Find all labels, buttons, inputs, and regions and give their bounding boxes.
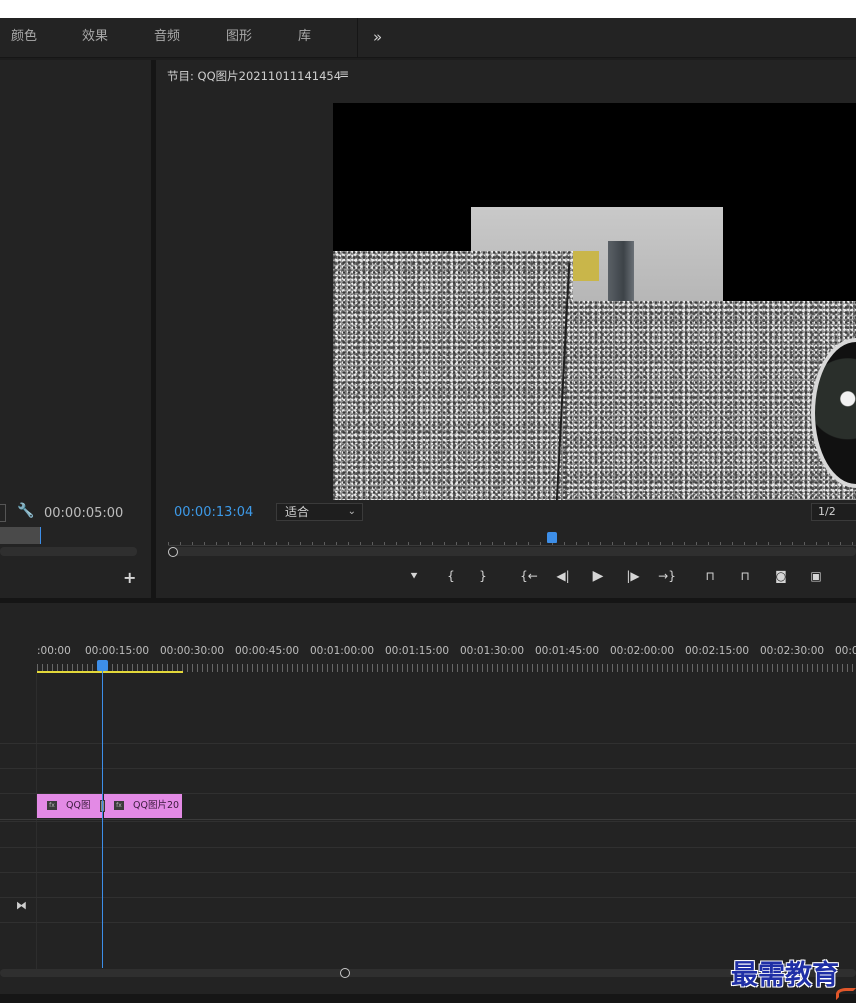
track-divider [0, 847, 856, 848]
camera-icon[interactable]: ◙ [770, 568, 792, 584]
clip-label: QQ图 [66, 800, 91, 811]
video-building [608, 241, 634, 303]
watermark-swoosh [836, 988, 856, 1000]
work-area-bar[interactable] [37, 671, 183, 673]
compare-view-icon[interactable]: ▣ [805, 568, 827, 584]
mark-in-button[interactable]: { [440, 568, 462, 584]
source-scrollbar[interactable] [0, 547, 137, 556]
timeline-zoom-handle[interactable] [340, 968, 350, 978]
add-button-icon[interactable]: + [123, 568, 136, 587]
source-panel: 🔧 00:00:05:00 + [0, 60, 151, 598]
program-monitor: 节目: QQ图片20211011141454 ≡ 00:00:13:04 适合 … [156, 60, 856, 598]
time-label: 00:00:30:00 [160, 645, 225, 657]
top-window-strip [0, 0, 856, 18]
lift-icon[interactable]: ⊓ [699, 568, 721, 584]
menu-divider [357, 18, 358, 58]
time-label: 00:00:45:00 [235, 645, 300, 657]
step-forward-button[interactable]: |▶ [622, 568, 644, 584]
workspace-tab-libraries[interactable]: 库 [298, 18, 311, 58]
source-dropdown-edge[interactable] [0, 504, 6, 522]
time-label: 00:02:30:00 [760, 645, 825, 657]
timeline-playhead-handle[interactable] [97, 660, 108, 671]
workspace-tab-effects[interactable]: 效果 [82, 18, 108, 58]
go-to-in-button[interactable]: {← [518, 568, 540, 584]
timeline-clip[interactable]: fx QQ图片20 [104, 794, 182, 818]
video-granite-left [333, 251, 573, 500]
add-marker-icon[interactable]: ⯆ [403, 568, 425, 584]
wrench-icon[interactable]: 🔧 [17, 503, 34, 519]
program-zoom-scrollbar[interactable] [168, 547, 856, 556]
time-label: 00:01:15:00 [385, 645, 450, 657]
go-to-out-button[interactable]: →} [656, 568, 678, 584]
time-label: 00:01:30:00 [460, 645, 525, 657]
time-label: 00:02:15:00 [685, 645, 750, 657]
extract-icon[interactable]: ⊓ [734, 568, 756, 584]
clip-label: QQ图片20 [133, 800, 180, 811]
fit-dropdown-value: 适合 [285, 505, 310, 519]
program-playhead-timecode[interactable]: 00:00:13:04 [174, 505, 253, 520]
mark-out-button[interactable]: } [472, 568, 494, 584]
workspace-tab-audio[interactable]: 音频 [154, 18, 180, 58]
time-label: 00:00:15:00 [85, 645, 150, 657]
track-divider [0, 768, 856, 769]
time-label: 00:02:00:00 [610, 645, 675, 657]
time-label: 00:0 [835, 645, 856, 657]
fit-dropdown[interactable]: 适合 ⌄ [276, 503, 363, 521]
program-time-ruler[interactable] [168, 536, 856, 546]
time-label: :00:00 [37, 645, 71, 657]
timeline-footer [0, 994, 856, 1003]
source-zoom-bar[interactable] [0, 527, 40, 544]
workspace-tab-graphics[interactable]: 图形 [226, 18, 252, 58]
track-divider [0, 743, 856, 744]
more-workspaces-icon[interactable]: » [373, 18, 382, 58]
source-playhead-line [40, 527, 41, 544]
program-monitor-title[interactable]: 节目: QQ图片20211011141454 [167, 68, 341, 84]
panel-menu-icon[interactable]: ≡ [339, 67, 349, 81]
timeline-clip[interactable]: fx QQ图 [37, 794, 102, 818]
timeline-time-labels: :00:00 00:00:15:00 00:00:30:00 00:00:45:… [37, 645, 856, 659]
fx-badge-icon: fx [47, 801, 57, 810]
track-divider [0, 821, 856, 822]
time-label: 00:01:45:00 [535, 645, 600, 657]
track-divider-av [0, 819, 856, 820]
timeline-scrollbar[interactable] [0, 969, 856, 977]
play-button[interactable]: ▶ [587, 568, 609, 584]
workspace-menubar: 颜色 效果 音频 图形 库 » [0, 18, 856, 58]
program-zoom-handle[interactable] [168, 547, 178, 557]
track-divider [0, 872, 856, 873]
timeline-panel: :00:00 00:00:15:00 00:00:30:00 00:00:45:… [0, 603, 856, 1003]
timeline-playhead-line [102, 671, 103, 968]
track-divider [0, 922, 856, 923]
transition-icon[interactable]: ⧓ [16, 899, 27, 912]
resolution-dropdown-value: 1/2 [818, 505, 836, 518]
chevron-down-icon: ⌄ [347, 506, 356, 517]
workspace-tab-color[interactable]: 颜色 [11, 18, 37, 58]
step-back-button[interactable]: ◀| [552, 568, 574, 584]
program-playhead[interactable] [547, 532, 557, 543]
fx-badge-icon: fx [114, 801, 124, 810]
source-duration-timecode[interactable]: 00:00:05:00 [44, 506, 123, 521]
track-divider [0, 897, 856, 898]
time-label: 00:01:00:00 [310, 645, 375, 657]
resolution-dropdown[interactable]: 1/2 [811, 503, 856, 521]
program-video-frame[interactable] [333, 103, 856, 500]
watermark-logo: 最需教育 [731, 960, 839, 991]
